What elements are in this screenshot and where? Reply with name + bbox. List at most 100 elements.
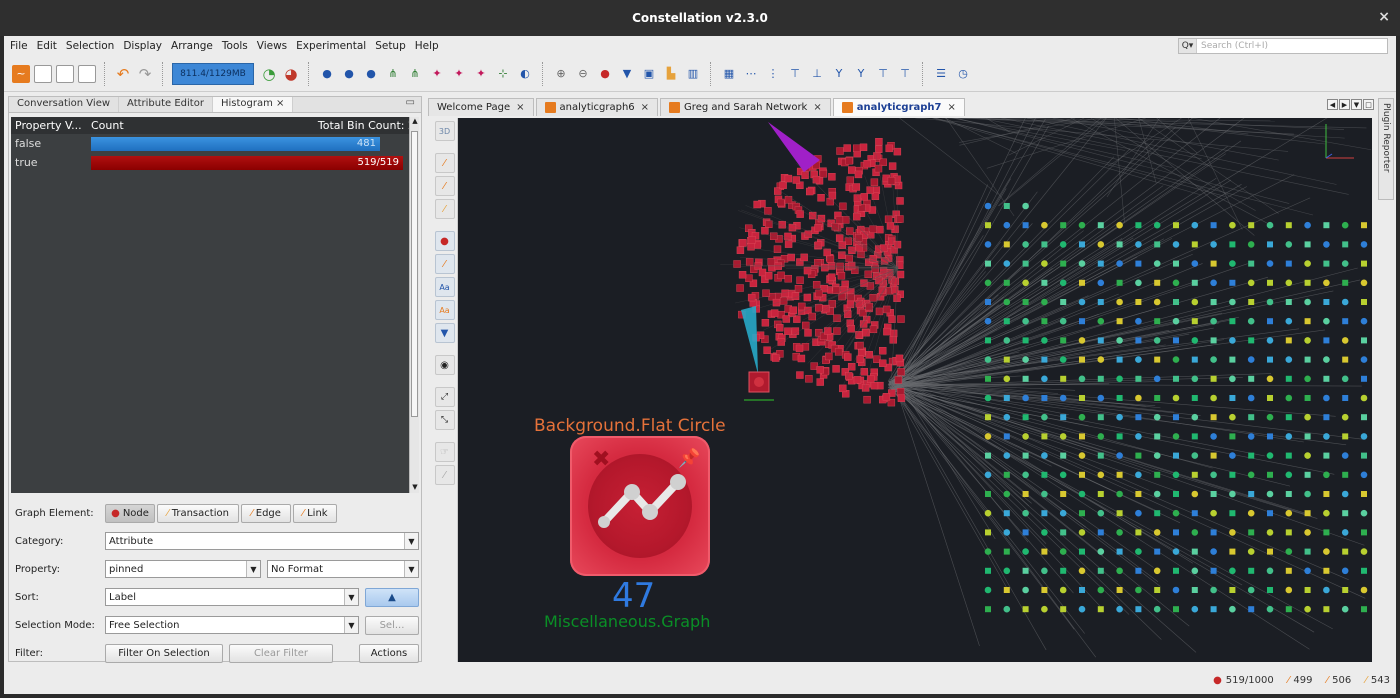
graph-node[interactable] (1135, 471, 1142, 479)
graph-node[interactable] (1135, 241, 1142, 248)
graph-node[interactable] (796, 276, 804, 284)
graph-node[interactable] (1248, 491, 1255, 497)
graph-node[interactable] (1154, 433, 1161, 440)
graph-node[interactable] (1323, 394, 1330, 402)
graph-node[interactable] (1267, 548, 1273, 555)
graph-node[interactable] (1229, 490, 1236, 498)
graph-node[interactable] (1248, 337, 1255, 344)
graph-node[interactable] (842, 216, 850, 224)
graph-node[interactable] (1285, 394, 1293, 402)
graph-node[interactable] (1153, 221, 1161, 229)
graph-node[interactable] (1342, 510, 1349, 517)
graph-node[interactable] (1323, 337, 1330, 344)
graph-node[interactable] (1041, 318, 1048, 325)
tab-histogram-close[interactable]: × (276, 98, 284, 109)
bar-chart-icon[interactable]: ▥ (684, 65, 702, 83)
graph-node[interactable] (738, 271, 747, 279)
graph-node[interactable] (814, 224, 822, 232)
graph-tab-2[interactable]: Greg and Sarah Network × (660, 98, 831, 116)
graph-node[interactable] (1191, 318, 1198, 325)
graph-node[interactable] (1097, 279, 1105, 287)
chevron-down-icon[interactable]: ▼ (404, 533, 418, 549)
tree-layout-icon[interactable]: ⋔ (384, 65, 402, 83)
graph-node[interactable] (1266, 413, 1274, 421)
graph-node[interactable] (1285, 299, 1292, 305)
graph-node[interactable] (1172, 241, 1180, 248)
graph-node[interactable] (854, 170, 863, 179)
graph-node[interactable] (1154, 510, 1161, 517)
eye-icon[interactable]: ◉ (434, 355, 455, 375)
graph-node[interactable] (1210, 491, 1217, 497)
histogram-bar[interactable]: 519/519 (91, 155, 403, 170)
graph-node[interactable] (763, 346, 771, 354)
graph-node[interactable] (1266, 567, 1274, 575)
graph-node[interactable] (1210, 471, 1217, 479)
graph-node[interactable] (1041, 356, 1048, 363)
graph-node[interactable] (787, 253, 795, 262)
graph-node[interactable] (1191, 587, 1198, 593)
graph-node[interactable] (1323, 317, 1330, 325)
graph-node[interactable] (1323, 279, 1330, 287)
graph-node[interactable] (1135, 433, 1142, 440)
graph-node[interactable] (1060, 529, 1067, 536)
graph-node[interactable] (984, 433, 992, 440)
graph-node[interactable] (1153, 490, 1161, 498)
graph-node[interactable] (1341, 567, 1349, 575)
property-select[interactable]: pinned ▼ (105, 560, 261, 578)
graph-node[interactable] (891, 286, 899, 294)
graph-node[interactable] (844, 310, 852, 318)
graph-node[interactable] (1078, 490, 1086, 498)
graph-node[interactable] (1341, 298, 1349, 306)
graph-node[interactable] (1172, 509, 1180, 517)
graph-node[interactable] (1304, 567, 1311, 575)
graph-node[interactable] (1210, 222, 1217, 229)
graph-node[interactable] (1153, 452, 1161, 459)
graph-node[interactable] (1191, 337, 1199, 344)
graph-node[interactable] (874, 145, 883, 154)
open-file-icon[interactable] (34, 64, 52, 83)
line-layout-icon[interactable]: ⋯ (742, 65, 760, 83)
graph-node[interactable] (1191, 452, 1199, 459)
graph-node[interactable] (1059, 586, 1067, 594)
graph-node[interactable] (1060, 375, 1067, 382)
graph-node[interactable] (1097, 529, 1104, 536)
graph-node[interactable] (1285, 509, 1293, 517)
graph-node[interactable] (1210, 279, 1217, 287)
graph-node[interactable] (1229, 221, 1236, 229)
new-graph-icon[interactable]: ~ (12, 64, 30, 83)
graph-node[interactable] (1210, 375, 1217, 382)
graph-node[interactable] (1360, 509, 1368, 517)
graph-node[interactable] (1135, 260, 1142, 267)
highlight-icon[interactable]: ● (596, 65, 614, 83)
graph-node[interactable] (1078, 221, 1086, 229)
graph-node[interactable] (985, 567, 991, 574)
graph-node[interactable] (1285, 241, 1293, 248)
graph-node[interactable] (853, 376, 862, 384)
graph-layout-3-icon[interactable]: ✦ (472, 65, 490, 83)
graph-node[interactable] (1022, 509, 1029, 517)
graph-node[interactable] (1078, 298, 1086, 306)
graph-node[interactable] (1360, 241, 1368, 248)
graph-node[interactable] (1060, 260, 1067, 267)
draw-icon[interactable]: ⁄ (434, 465, 455, 485)
graph-node[interactable] (1153, 413, 1161, 421)
graph-node[interactable] (882, 393, 891, 401)
hierarchy-2-icon[interactable]: ⊥ (808, 65, 826, 83)
graph-node[interactable] (1210, 509, 1217, 517)
layout-5-icon[interactable]: ◐ (516, 65, 534, 83)
close-tab-icon[interactable]: × (641, 102, 649, 113)
graph-node[interactable] (1135, 509, 1142, 517)
graph-node[interactable] (1172, 279, 1180, 287)
graph-node[interactable] (1022, 317, 1029, 325)
select-button[interactable]: Sel... (365, 615, 419, 635)
graph-node[interactable] (984, 241, 992, 248)
graph-node[interactable] (792, 176, 801, 184)
graph-node[interactable] (1247, 586, 1255, 594)
graph-node[interactable] (781, 289, 789, 298)
graph-node[interactable] (1173, 222, 1179, 229)
graph-node[interactable] (846, 176, 855, 184)
zoom-out-icon[interactable]: ⊖ (574, 65, 592, 83)
graph-node[interactable] (1116, 529, 1123, 536)
graph-node[interactable] (1003, 395, 1010, 401)
graph-node[interactable] (1135, 337, 1142, 344)
